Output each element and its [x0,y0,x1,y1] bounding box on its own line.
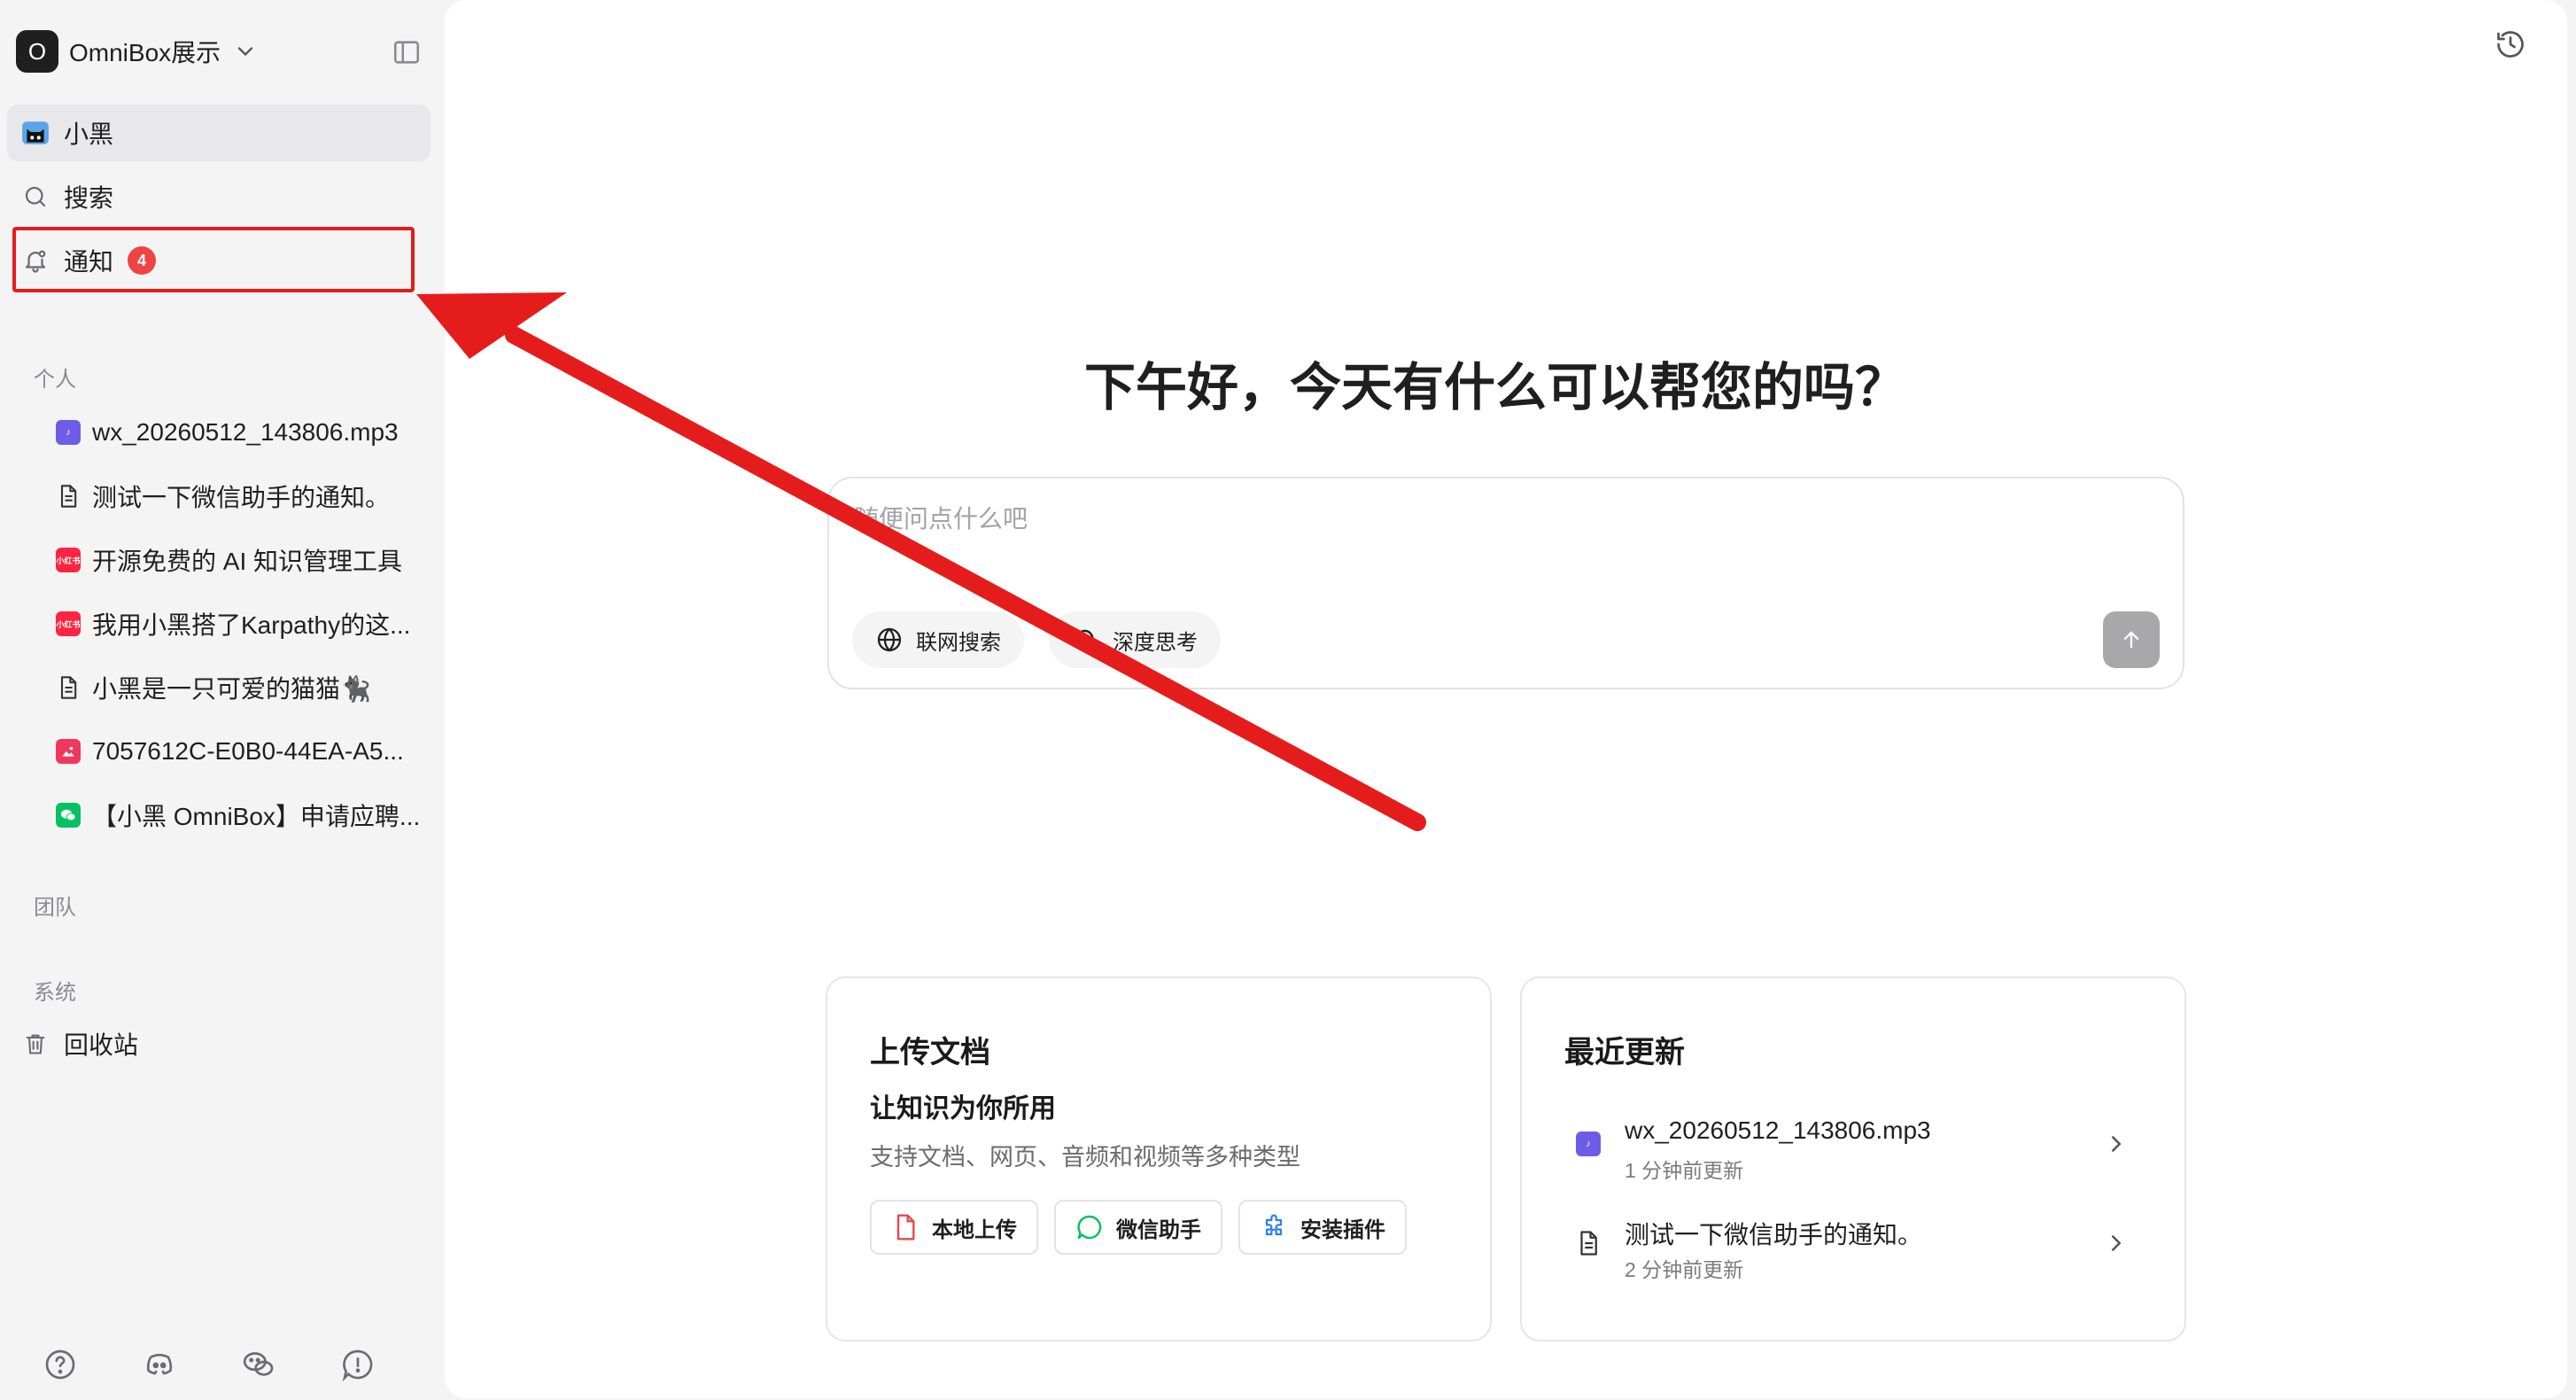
wechat-assistant-button[interactable]: 微信助手 [1054,1200,1222,1255]
discord-icon[interactable] [142,1347,177,1382]
personal-item-label: 【小黑 OmniBox】申请应聘... [92,803,421,830]
audio-file-icon: ♪ [1573,1129,1603,1159]
chat-bubble-green-icon [1077,1215,1102,1240]
arrow-up-icon [2123,631,2139,649]
deep-think-toggle[interactable]: 深度思考 [1049,611,1221,668]
personal-item-label: wx_20260512_143806.mp3 [92,418,399,446]
personal-item-label: 测试一下微信助手的通知。 [92,484,391,511]
document-icon [1573,1228,1603,1258]
nav-item-trash[interactable]: 回收站 [7,1015,431,1072]
section-label-system: 系统 [34,981,76,1005]
sidebar-footer [43,1347,376,1382]
sidebar: O OmniBox展示 小黑 搜索 通知 4 个人 ♪ wx_20260512_… [0,0,445,1400]
deep-think-label: 深度思考 [1113,630,1198,655]
personal-item[interactable]: 小红书 开源免费的 AI 知识管理工具 [55,533,427,587]
nav-item-home[interactable]: 小黑 [7,105,431,161]
section-label-team: 团队 [34,896,76,920]
chevron-right-icon [2112,1136,2122,1152]
web-search-label: 联网搜索 [916,630,1001,655]
chat-input[interactable] [854,505,2094,533]
nav-label-trash: 回收站 [64,1031,139,1059]
personal-item[interactable]: 小黑是一只可爱的猫猫🐈‍⬛ [55,661,427,714]
personal-item-label: 小黑是一只可爱的猫猫🐈‍⬛ [92,675,371,703]
audio-file-icon: ♪ [55,418,81,447]
history-icon[interactable] [2495,28,2526,60]
image-file-icon [55,737,81,766]
nav-label-home: 小黑 [64,121,114,148]
annotation-highlight-box [12,227,415,292]
upload-card-subtitle: 让知识为你所用 [870,1094,1056,1124]
recent-item-time: 2 分钟前更新 [1625,1258,1744,1281]
magnifier-icon [1075,629,1097,650]
web-search-toggle[interactable]: 联网搜索 [852,611,1024,668]
wechat-assistant-label: 微信助手 [1116,1217,1201,1242]
sidebar-toggle-icon[interactable] [392,37,422,67]
local-upload-button[interactable]: 本地上传 [870,1200,1038,1255]
install-plugin-button[interactable]: 安装插件 [1238,1200,1407,1255]
chevron-down-icon [237,47,253,57]
recent-item-name: 测试一下微信助手的通知。 [1625,1221,1923,1248]
wechat-outline-icon[interactable] [241,1347,276,1382]
upload-card-title: 上传文档 [870,1036,990,1069]
globe-icon [877,627,902,652]
chat-composer: 联网搜索 深度思考 [827,477,2184,689]
personal-item[interactable]: 测试一下微信助手的通知。 [55,470,427,523]
upload-card-description: 支持文档、网页、音频和视频等多种类型 [870,1144,1300,1171]
xiaohongshu-icon: 小红书 [55,610,81,638]
personal-item-label: 开源免费的 AI 知识管理工具 [92,548,403,575]
personal-item[interactable]: ♪ wx_20260512_143806.mp3 [55,406,427,459]
recent-item[interactable]: ♪ wx_20260512_143806.mp3 1 分钟前更新 [1573,1113,2140,1193]
recent-item-time: 1 分钟前更新 [1625,1159,1744,1182]
document-icon [55,482,81,510]
upload-document-card: 上传文档 让知识为你所用 支持文档、网页、音频和视频等多种类型 本地上传 微信助… [826,976,1492,1342]
document-icon [55,673,81,702]
personal-item[interactable]: 【小黑 OmniBox】申请应聘... [55,789,427,842]
personal-item-label: 我用小黑搭了Karpathy的这... [92,611,411,639]
file-red-icon [896,1214,915,1241]
feedback-icon[interactable] [340,1347,376,1382]
send-button[interactable] [2103,611,2160,668]
personal-item[interactable]: 7057612C-E0B0-44EA-A5... [55,725,427,778]
help-icon[interactable] [43,1347,78,1382]
recent-item-name: wx_20260512_143806.mp3 [1625,1116,1931,1144]
nav-label-search: 搜索 [64,184,114,212]
recent-updates-card: 最近更新 ♪ wx_20260512_143806.mp3 1 分钟前更新 测试… [1520,976,2186,1342]
recent-item[interactable]: 测试一下微信助手的通知。 2 分钟前更新 [1573,1212,2140,1292]
search-icon [19,181,51,213]
wechat-icon [55,801,81,829]
nav-item-search[interactable]: 搜索 [7,168,431,225]
workspace-avatar: O [16,30,58,73]
chevron-right-icon [2112,1235,2122,1251]
puzzle-blue-icon [1265,1214,1283,1236]
section-label-personal: 个人 [34,368,76,392]
main-panel: 下午好，今天有什么可以帮您的吗？ 联网搜索 深度思考 上传文档 让知识为你所用 … [445,0,2567,1398]
workspace-switcher[interactable]: O OmniBox展示 [16,28,429,74]
workspace-name: OmniBox展示 [69,39,221,66]
personal-item[interactable]: 小红书 我用小黑搭了Karpathy的这... [55,597,427,650]
greeting-title: 下午好，今天有什么可以帮您的吗？ [1083,359,1906,416]
recent-card-title: 最近更新 [1564,1036,1685,1069]
black-cat-avatar-icon [19,117,51,149]
install-plugin-label: 安装插件 [1300,1217,1385,1242]
trash-icon [19,1028,51,1060]
personal-item-label: 7057612C-E0B0-44EA-A5... [92,737,404,765]
xiaohongshu-icon: 小红书 [55,546,81,574]
local-upload-label: 本地上传 [932,1217,1017,1242]
